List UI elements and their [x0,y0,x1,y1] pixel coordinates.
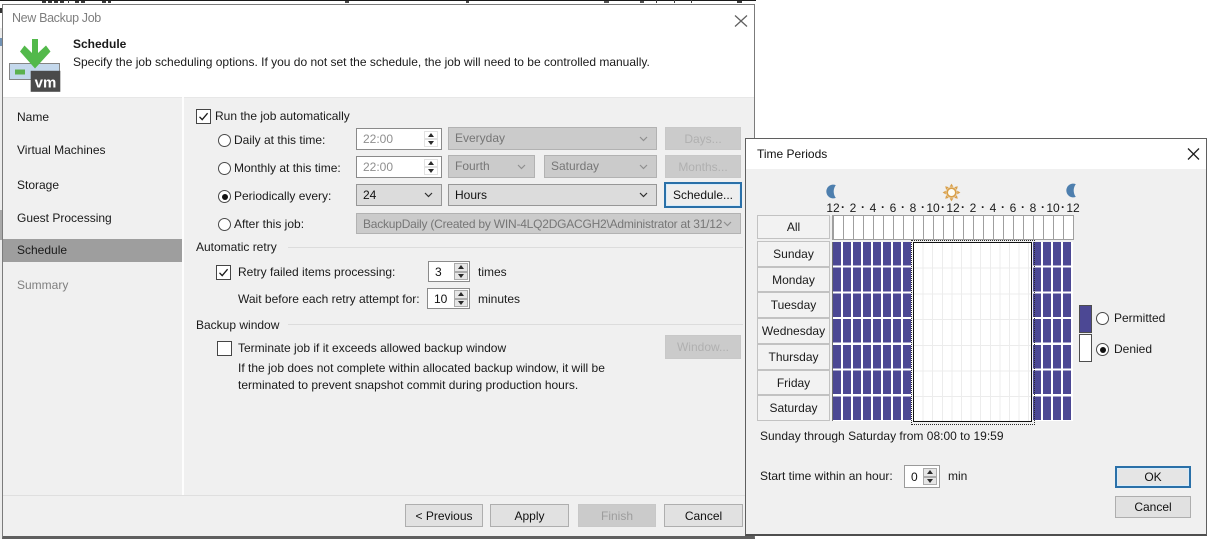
svg-text:vm: vm [35,75,57,92]
